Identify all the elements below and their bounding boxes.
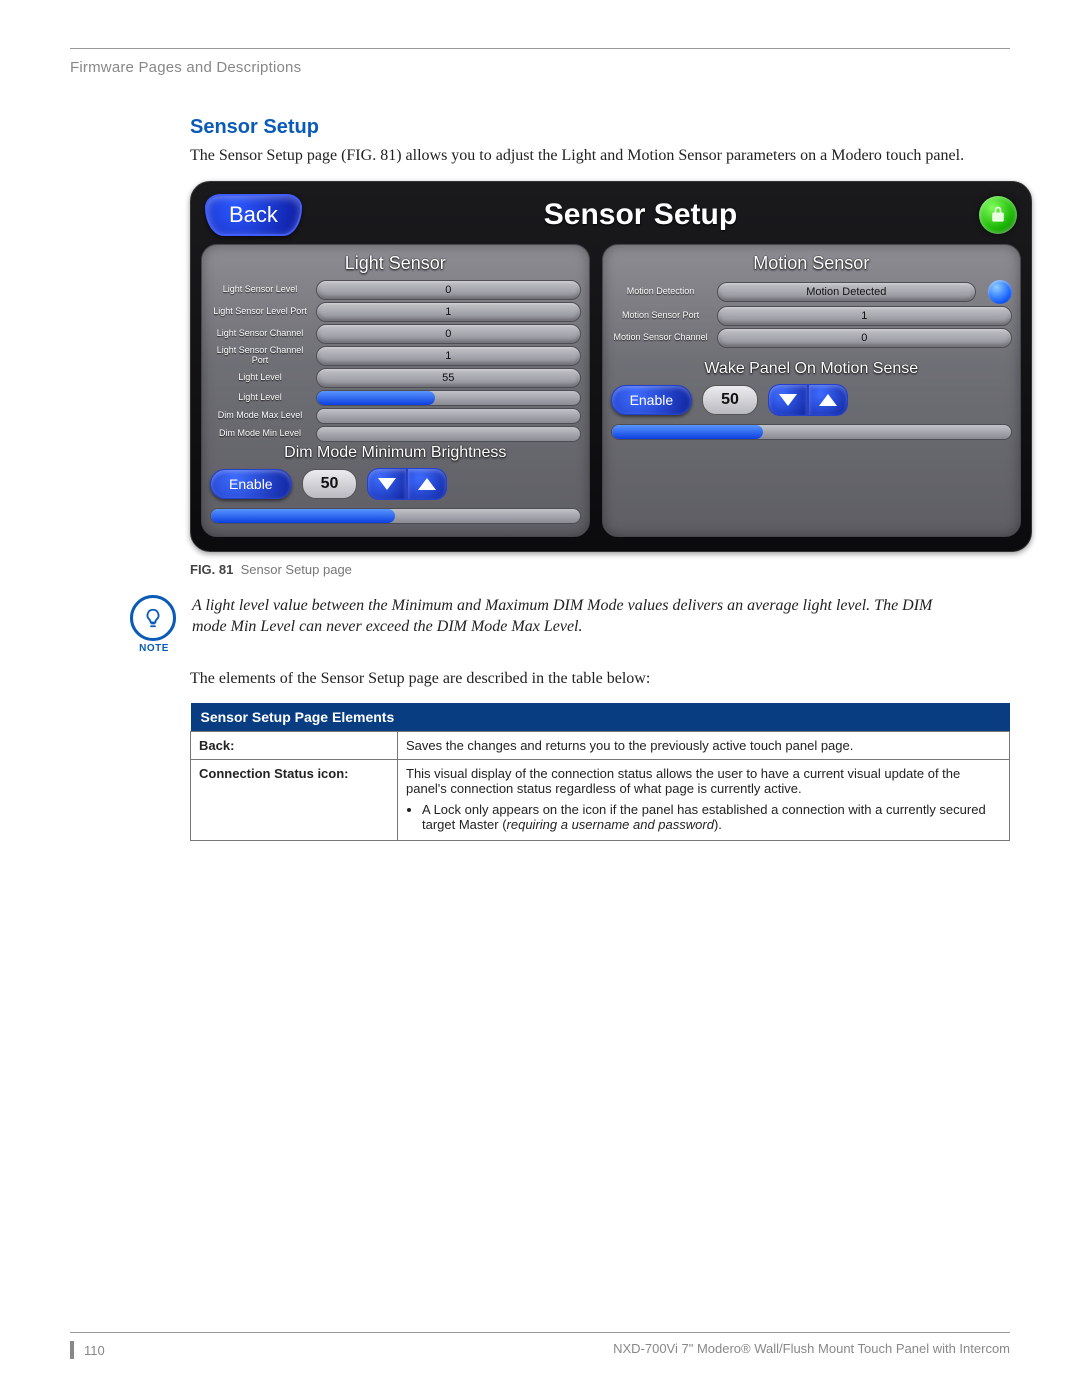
wake-up-button[interactable]	[808, 384, 848, 416]
figure-caption: FIG. 81 Sensor Setup page	[190, 562, 1010, 577]
page-footer: 110 NXD-700Vi 7" Modero® Wall/Flush Moun…	[70, 1332, 1010, 1359]
value-light-level: 55	[316, 368, 581, 388]
triangle-up-icon	[418, 478, 436, 490]
dim-mode-min-brightness-header: Dim Mode Minimum Brightness	[210, 444, 581, 462]
dim-brightness-down-button[interactable]	[367, 468, 407, 500]
light-sensor-header: Light Sensor	[210, 253, 581, 274]
dim-brightness-slider[interactable]	[210, 508, 581, 524]
motion-sensor-card: Motion Sensor Motion Detection Motion De…	[602, 244, 1021, 537]
bullet-lock: A Lock only appears on the icon if the p…	[422, 802, 1001, 832]
row-motion-sensor-channel: Motion Sensor Channel 0	[611, 328, 1012, 348]
light-level-slider[interactable]	[316, 390, 581, 406]
cell-back-desc: Saves the changes and returns you to the…	[398, 732, 1010, 760]
row-light-sensor-channel-port: Light Sensor Channel Port 1	[210, 346, 581, 366]
lock-icon	[988, 205, 1008, 225]
table-row: Back: Saves the changes and returns you …	[191, 732, 1010, 760]
value-light-sensor-level-port: 1	[316, 302, 581, 322]
value-light-sensor-level: 0	[316, 280, 581, 300]
dim-mode-max-slider[interactable]	[316, 408, 581, 424]
wake-enable-button[interactable]: Enable	[611, 385, 693, 415]
value-motion-sensor-channel: 0	[717, 328, 1012, 348]
triangle-down-icon	[779, 394, 797, 406]
heading-sensor-setup: Sensor Setup	[190, 116, 1010, 139]
row-light-level-bar: Light Level	[210, 390, 581, 406]
light-sensor-card: Light Sensor Light Sensor Level 0 Light …	[201, 244, 590, 537]
connection-status-icon[interactable]	[979, 196, 1017, 234]
value-light-sensor-channel: 0	[316, 324, 581, 344]
value-light-sensor-channel-port: 1	[316, 346, 581, 366]
value-motion-detection: Motion Detected	[717, 282, 976, 302]
table-intro: The elements of the Sensor Setup page ar…	[190, 668, 1010, 690]
elements-table: Sensor Setup Page Elements Back: Saves t…	[190, 703, 1010, 841]
row-light-level-value: Light Level 55	[210, 368, 581, 388]
row-light-sensor-channel: Light Sensor Channel 0	[210, 324, 581, 344]
motion-indicator-icon	[988, 280, 1012, 304]
lightbulb-icon	[130, 595, 176, 641]
row-light-sensor-level: Light Sensor Level 0	[210, 280, 581, 300]
row-motion-sensor-port: Motion Sensor Port 1	[611, 306, 1012, 326]
dim-mode-min-slider[interactable]	[316, 426, 581, 442]
cell-conn-desc: This visual display of the connection st…	[398, 760, 1010, 841]
panel-title: Sensor Setup	[302, 198, 979, 232]
row-motion-detection: Motion Detection Motion Detected	[611, 280, 1012, 304]
dim-brightness-up-button[interactable]	[407, 468, 447, 500]
sensor-setup-screenshot: Back Sensor Setup Light Sensor Light Sen…	[190, 181, 1032, 552]
back-button[interactable]: Back	[205, 194, 302, 236]
row-dim-min: Dim Mode Min Level	[210, 426, 581, 442]
section-header: Firmware Pages and Descriptions	[70, 59, 1010, 76]
table-header: Sensor Setup Page Elements	[191, 703, 1010, 732]
cell-back-key: Back:	[191, 732, 398, 760]
wake-value: 50	[702, 385, 758, 415]
page-number: 110	[84, 1343, 105, 1358]
dim-enable-button[interactable]: Enable	[210, 469, 292, 499]
note-icon: NOTE	[130, 595, 178, 654]
table-row: Connection Status icon: This visual disp…	[191, 760, 1010, 841]
cell-conn-key: Connection Status icon:	[191, 760, 398, 841]
wake-panel-header: Wake Panel On Motion Sense	[611, 360, 1012, 378]
triangle-down-icon	[378, 478, 396, 490]
value-motion-sensor-port: 1	[717, 306, 1012, 326]
intro-paragraph: The Sensor Setup page (FIG. 81) allows y…	[190, 145, 1010, 167]
note-text: A light level value between the Minimum …	[192, 595, 952, 638]
dim-brightness-value: 50	[302, 469, 358, 499]
wake-down-button[interactable]	[768, 384, 808, 416]
row-light-sensor-level-port: Light Sensor Level Port 1	[210, 302, 581, 322]
footer-doc-title: NXD-700Vi 7" Modero® Wall/Flush Mount To…	[613, 1341, 1010, 1359]
wake-slider[interactable]	[611, 424, 1012, 440]
row-dim-max: Dim Mode Max Level	[210, 408, 581, 424]
motion-sensor-header: Motion Sensor	[611, 253, 1012, 274]
triangle-up-icon	[819, 394, 837, 406]
